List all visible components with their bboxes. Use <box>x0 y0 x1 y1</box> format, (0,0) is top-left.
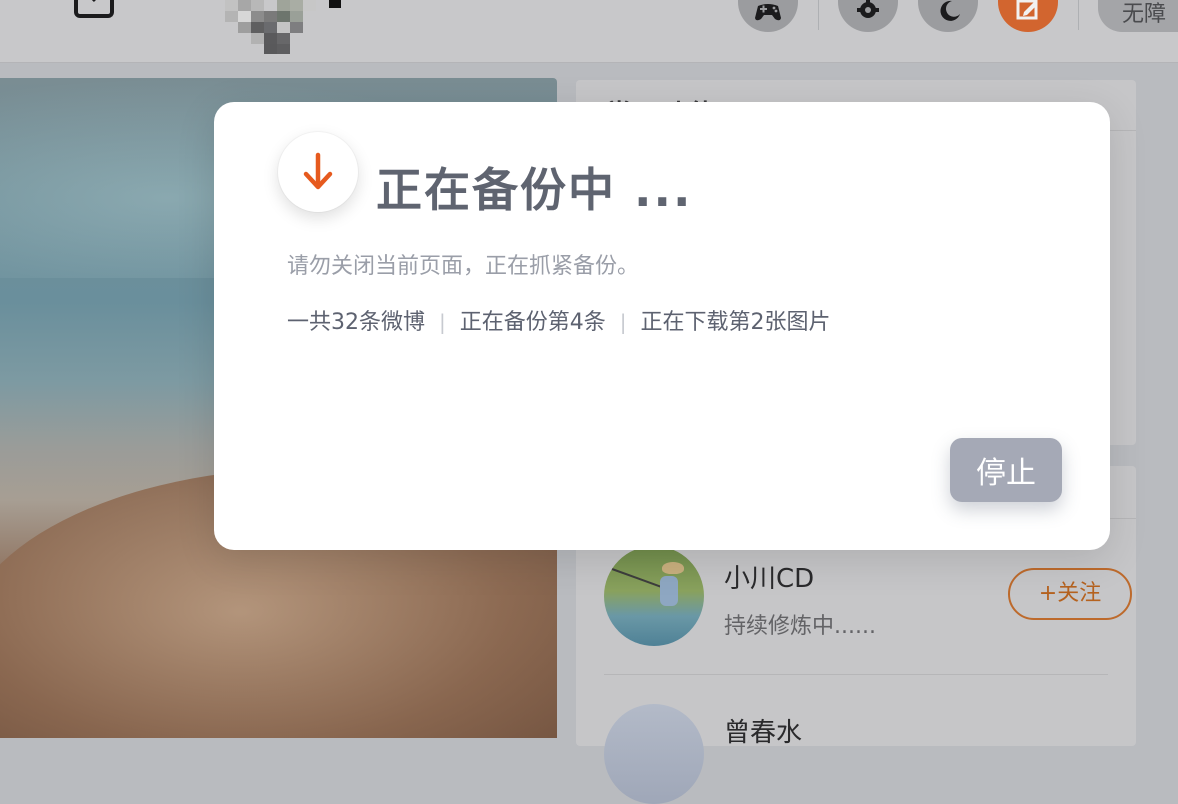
current-post-progress: 正在备份第4条 <box>459 310 606 335</box>
stat-separator: | <box>439 310 446 334</box>
total-posts-count: 一共32条微博 <box>287 310 425 335</box>
list-divider <box>604 674 1108 675</box>
nav-divider <box>1078 0 1079 30</box>
avatar[interactable] <box>604 704 704 804</box>
moon-icon <box>940 0 960 21</box>
accessibility-button[interactable]: 无障 <box>1098 0 1178 32</box>
user-avatar[interactable] <box>225 0 345 56</box>
top-navigation-bar: 无障 <box>0 0 1178 63</box>
logo-icon[interactable] <box>74 0 114 18</box>
dialog-title: 正在备份中 ... <box>376 163 693 217</box>
settings-button[interactable] <box>838 0 898 32</box>
backup-progress-dialog: 正在备份中 ... 请勿关闭当前页面，正在抓紧备份。 一共32条微博 | 正在备份第… <box>214 102 1110 550</box>
follow-button[interactable]: +关注 <box>1008 568 1132 620</box>
user-name[interactable]: 曾春水 <box>724 712 802 749</box>
dialog-subtitle: 请勿关闭当前页面，正在抓紧备份。 <box>287 254 640 279</box>
user-bio: 持续修炼中...... <box>724 614 876 639</box>
stop-button[interactable]: 停止 <box>950 438 1062 502</box>
dark-mode-button[interactable] <box>918 0 978 32</box>
backup-stats: 一共32条微博 | 正在备份第4条 | 正在下载第2张图片 <box>287 304 831 336</box>
edit-icon <box>1016 0 1038 20</box>
compose-button[interactable] <box>998 0 1058 32</box>
stat-separator: | <box>619 310 627 334</box>
current-image-progress: 正在下载第2张图片 <box>640 310 831 335</box>
nav-divider <box>818 0 819 30</box>
download-arrow-icon <box>303 152 333 190</box>
avatar[interactable] <box>604 546 704 646</box>
list-item: 小川CD 持续修炼中...... +关注 <box>604 546 1132 646</box>
gear-icon <box>857 0 879 18</box>
game-button[interactable] <box>738 0 798 32</box>
user-name[interactable]: 小川CD <box>724 558 814 595</box>
download-badge <box>278 132 358 212</box>
accessibility-label: 无障 <box>1122 2 1167 27</box>
gamepad-icon <box>755 4 781 21</box>
